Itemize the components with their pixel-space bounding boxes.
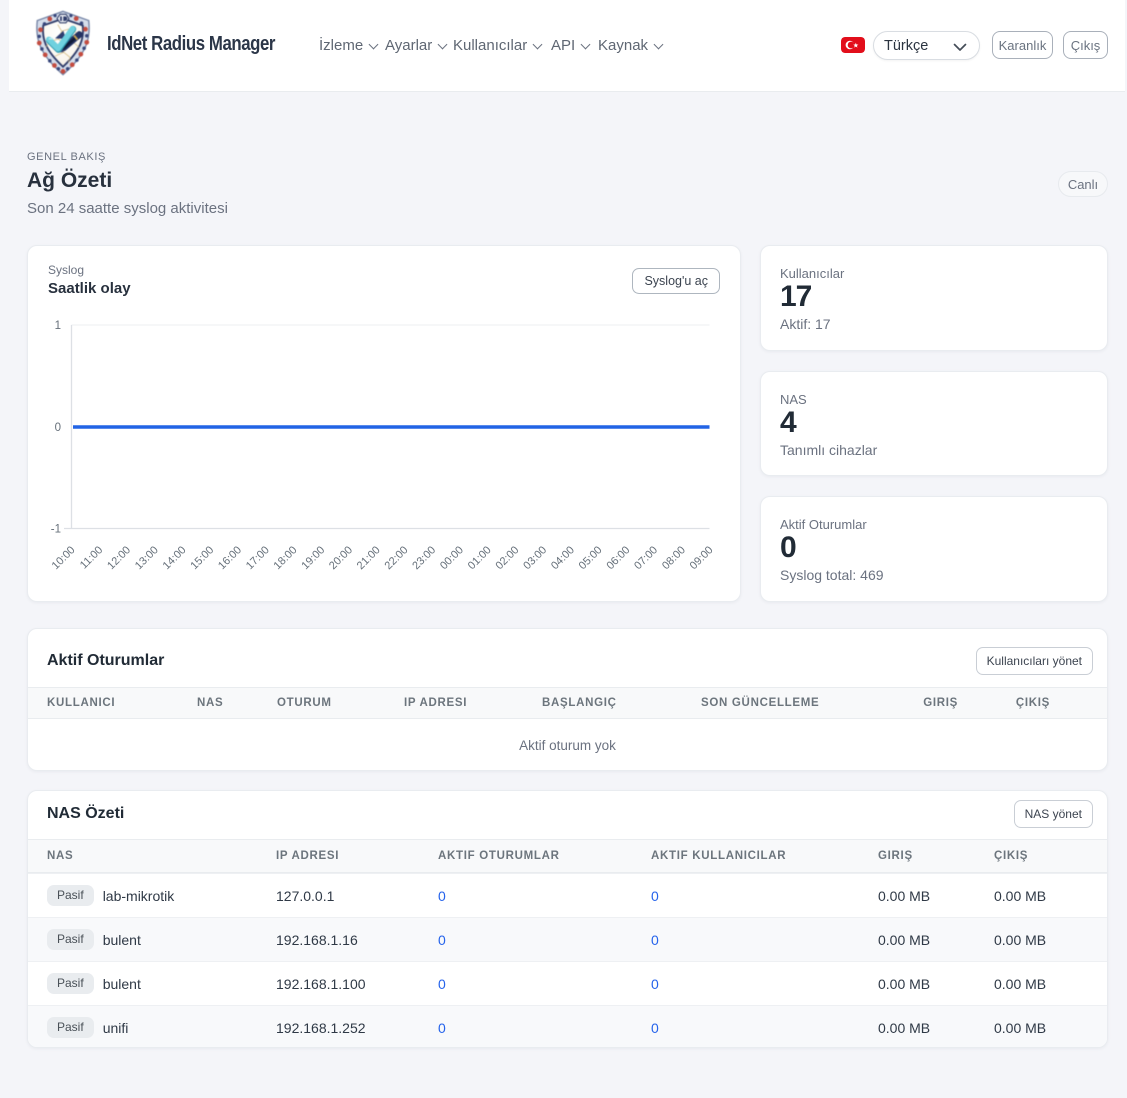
- svg-text:0: 0: [55, 422, 61, 434]
- svg-text:09:00: 09:00: [688, 544, 716, 572]
- svg-text:11:00: 11:00: [78, 544, 105, 571]
- svg-text:02:00: 02:00: [493, 544, 521, 572]
- svg-text:13:00: 13:00: [133, 544, 161, 572]
- svg-text:21:00: 21:00: [355, 544, 383, 572]
- svg-text:-1: -1: [51, 524, 61, 536]
- svg-text:19:00: 19:00: [299, 544, 327, 572]
- svg-text:22:00: 22:00: [383, 544, 411, 572]
- svg-text:03:00: 03:00: [521, 544, 549, 572]
- svg-text:15:00: 15:00: [188, 544, 216, 572]
- svg-text:10:00: 10:00: [50, 544, 78, 572]
- svg-text:12:00: 12:00: [105, 544, 133, 572]
- svg-text:17:00: 17:00: [244, 544, 272, 572]
- svg-text:04:00: 04:00: [549, 544, 577, 572]
- svg-text:08:00: 08:00: [660, 544, 688, 572]
- svg-text:1: 1: [55, 320, 61, 332]
- svg-text:05:00: 05:00: [577, 544, 605, 572]
- svg-text:18:00: 18:00: [272, 544, 300, 572]
- svg-text:16:00: 16:00: [216, 544, 244, 572]
- svg-text:20:00: 20:00: [327, 544, 355, 572]
- svg-text:00:00: 00:00: [438, 544, 466, 572]
- svg-text:07:00: 07:00: [632, 544, 660, 572]
- svg-text:01:00: 01:00: [466, 544, 494, 572]
- svg-text:06:00: 06:00: [604, 544, 632, 572]
- svg-text:23:00: 23:00: [410, 544, 438, 572]
- svg-text:14:00: 14:00: [161, 544, 189, 572]
